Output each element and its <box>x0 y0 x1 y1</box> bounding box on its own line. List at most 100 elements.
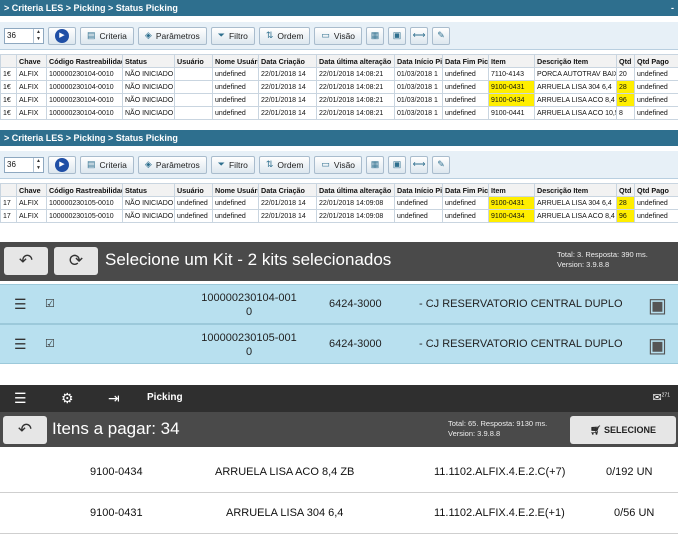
save-button[interactable]: ▣ <box>388 26 407 45</box>
kit-code-line1: 100000230104-001 <box>201 292 297 304</box>
item-quantity: 0/192 UN <box>606 466 653 478</box>
column-header[interactable]: Qtd <box>616 54 635 68</box>
panel-toolbar: 36 ▲ ▼ ▶ ▤ Criteria ◈ Parâmetros ⏷ Filtro ⇅ O… <box>0 22 678 50</box>
column-header[interactable]: Qtd <box>616 183 635 197</box>
menu-icon[interactable]: ☰ <box>14 390 27 407</box>
column-header[interactable]: Data Criação <box>258 54 317 68</box>
table-row[interactable]: 17 ALFIX 100000230105-0010 NÃO INICIADO unde… <box>0 196 678 210</box>
settings-button[interactable]: ✎ <box>432 26 451 45</box>
status-grid-1: Chave Código Rastreabilidade Status Usuário… <box>0 54 678 120</box>
column-header[interactable]: Nome Usuário <box>212 54 259 68</box>
column-header[interactable]: Usuário <box>174 183 213 197</box>
save-icon: ▣ <box>392 159 402 169</box>
run-button[interactable]: ▶ <box>48 155 76 174</box>
table-cell: 01/03/2018 1 <box>394 93 443 107</box>
expand-icon: ⟷ <box>412 30 426 40</box>
select-button[interactable]: 🛒︎ SELECIONE <box>570 416 676 444</box>
row-index-header <box>0 183 17 197</box>
table-row[interactable]: 1€ ALFIX 100000230104-0010 NÃO INICIADO unde… <box>0 67 678 81</box>
column-header[interactable]: Qtd Pago <box>634 183 678 197</box>
criteria-icon: ▤ <box>87 159 96 169</box>
table-cell <box>174 80 213 94</box>
column-header[interactable]: Status <box>122 183 175 197</box>
back-button[interactable]: ↶ <box>3 416 47 444</box>
parametros-button[interactable]: ◈ Parâmetros <box>137 26 207 45</box>
expand-button[interactable]: ⟷ <box>410 26 429 45</box>
save-button[interactable]: ▣ <box>388 155 407 174</box>
table-cell: undefined <box>442 80 489 94</box>
criteria-button[interactable]: ▤ Criteria <box>80 26 134 45</box>
visao-button[interactable]: ▭ Visão <box>314 155 363 174</box>
column-header[interactable]: Código Rastreabilidade <box>46 183 123 197</box>
boxes-icon[interactable]: ▣ <box>648 293 667 318</box>
table-cell: undefined <box>394 196 443 210</box>
exit-icon[interactable]: ⇥ <box>108 390 120 407</box>
list-icon[interactable]: ☰ <box>14 296 27 313</box>
table-row[interactable]: 1€ ALFIX 100000230104-0010 NÃO INICIADO unde… <box>0 93 678 107</box>
ordem-button[interactable]: ⇅ Ordem <box>258 26 311 45</box>
visao-button[interactable]: ▭ Visão <box>314 26 363 45</box>
back-button[interactable]: ↶ <box>4 247 48 275</box>
status-picking-panel-1: > Criteria LES > Picking > Status Pickin… <box>0 0 678 120</box>
column-header[interactable]: Qtd Pago <box>634 54 678 68</box>
column-header[interactable]: Data Início Picking <box>394 54 443 68</box>
checkbox-checked-icon[interactable]: ☑ <box>45 297 55 310</box>
page-size-value: 36 <box>7 160 16 169</box>
list-icon[interactable]: ☰ <box>14 336 27 353</box>
spinner-arrows-icon[interactable]: ▲ ▼ <box>33 28 43 43</box>
column-header[interactable]: Nome Usuário <box>212 183 259 197</box>
column-header[interactable]: Data Fim Picking <box>442 54 489 68</box>
picking-item-row[interactable]: 9100-0434 ARRUELA LISA ACO 8,4 ZB 11.110… <box>0 453 678 493</box>
column-header[interactable]: Data última alteração <box>316 183 395 197</box>
column-header[interactable]: Data Início Picking <box>394 183 443 197</box>
table-cell: ARRUELA LISA 304 6,4 <box>534 80 617 94</box>
column-header[interactable]: Chave <box>16 54 47 68</box>
table-cell: 22/01/2018 14:08:21 <box>316 106 395 120</box>
play-icon: ▶ <box>55 157 69 172</box>
column-header[interactable]: Descrição Item <box>534 183 617 197</box>
spinner-arrows-icon[interactable]: ▲ ▼ <box>33 157 43 172</box>
row-index-cell: 1€ <box>0 67 17 81</box>
picking-item-row[interactable]: 9100-0431 ARRUELA LISA 304 6,4 11.1102.A… <box>0 494 678 534</box>
column-header[interactable]: Descrição Item <box>534 54 617 68</box>
column-header[interactable]: Chave <box>16 183 47 197</box>
kit-row[interactable]: ☰ ☑ 100000230104-001 0 6424-3000 - CJ RE… <box>0 284 678 324</box>
page-size-spinner[interactable]: 36 ▲ ▼ <box>4 27 44 44</box>
filtro-button[interactable]: ⏷ Filtro <box>210 26 255 45</box>
column-header[interactable]: Item <box>488 183 535 197</box>
run-button[interactable]: ▶ <box>48 26 76 45</box>
table-cell: 9100-0441 <box>488 106 535 120</box>
visao-label: Visão <box>333 30 356 41</box>
export-excel-button[interactable]: ▦ <box>366 26 385 45</box>
gear-icon[interactable]: ⚙ <box>61 390 74 407</box>
column-header[interactable]: Status <box>122 54 175 68</box>
messages-badge[interactable]: ✉271 <box>652 391 670 404</box>
ordem-button[interactable]: ⇅ Ordem <box>258 155 311 174</box>
column-header[interactable]: Data Fim Picking <box>442 183 489 197</box>
column-header[interactable]: Usuário <box>174 54 213 68</box>
column-header[interactable]: Data última alteração <box>316 54 395 68</box>
table-cell: undefined <box>442 67 489 81</box>
nav-title: Picking <box>147 392 183 403</box>
table-row[interactable]: 17 ALFIX 100000230105-0010 NÃO INICIADO unde… <box>0 209 678 223</box>
table-row[interactable]: 1€ ALFIX 100000230104-0010 NÃO INICIADO unde… <box>0 106 678 120</box>
table-cell: 100000230104-0010 <box>46 93 123 107</box>
export-excel-button[interactable]: ▦ <box>366 155 385 174</box>
expand-button[interactable]: ⟷ <box>410 155 429 174</box>
refresh-button[interactable]: ⟳ <box>54 247 98 275</box>
settings-button[interactable]: ✎ <box>432 155 451 174</box>
column-header[interactable]: Código Rastreabilidade <box>46 54 123 68</box>
tag-icon: ◈ <box>144 159 152 169</box>
kit-row[interactable]: ☰ ☑ 100000230105-001 0 6424-3000 - CJ RE… <box>0 324 678 364</box>
column-header[interactable]: Data Criação <box>258 183 317 197</box>
boxes-icon[interactable]: ▣ <box>648 333 667 358</box>
page-size-spinner[interactable]: 36 ▲ ▼ <box>4 156 44 173</box>
filtro-button[interactable]: ⏷ Filtro <box>210 155 255 174</box>
table-cell: 01/03/2018 1 <box>394 80 443 94</box>
collapse-button[interactable]: - <box>671 0 674 16</box>
parametros-button[interactable]: ◈ Parâmetros <box>137 155 207 174</box>
criteria-button[interactable]: ▤ Criteria <box>80 155 134 174</box>
column-header[interactable]: Item <box>488 54 535 68</box>
table-row[interactable]: 1€ ALFIX 100000230104-0010 NÃO INICIADO unde… <box>0 80 678 94</box>
checkbox-checked-icon[interactable]: ☑ <box>45 337 55 350</box>
